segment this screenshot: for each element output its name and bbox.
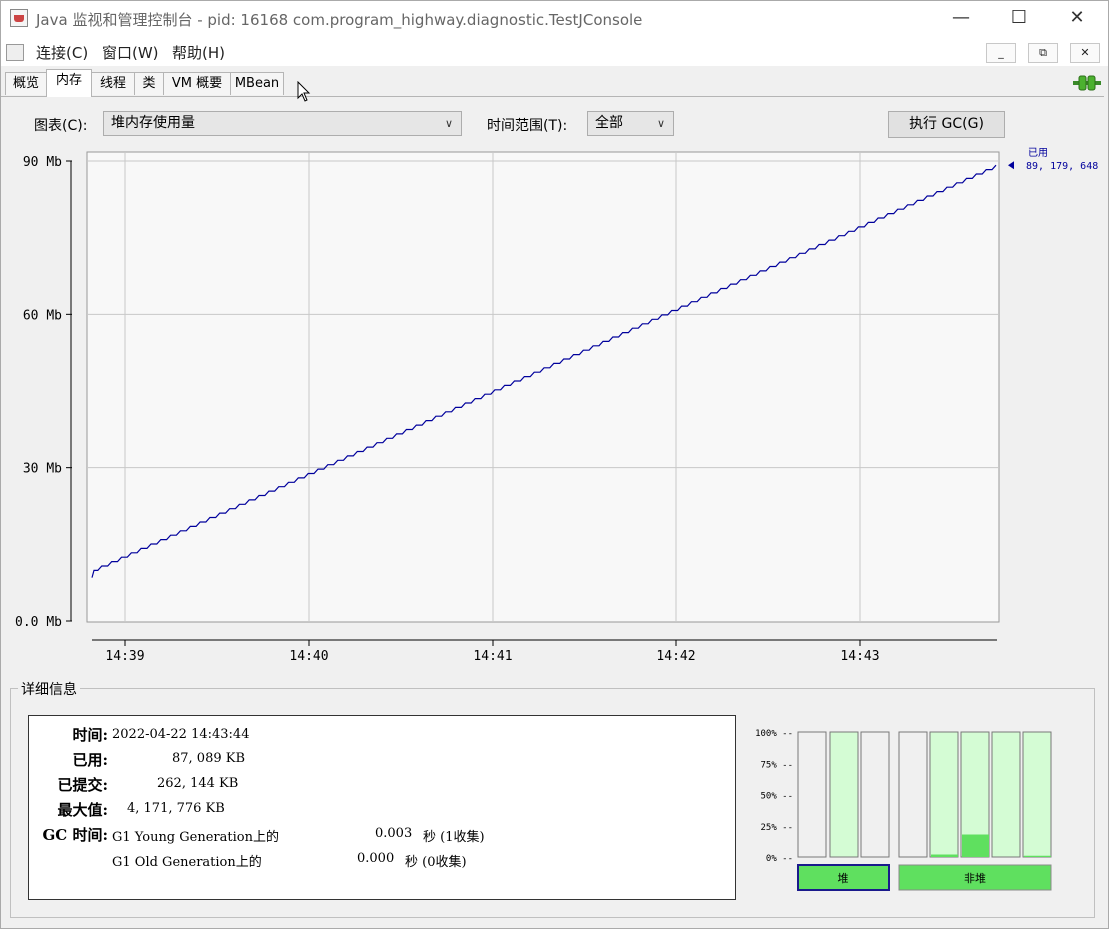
- detail-committed-value: 262, 144 KB: [157, 776, 239, 791]
- menu-help[interactable]: 帮助(H): [172, 42, 225, 63]
- nonheap-pool-bar-used: [1024, 855, 1051, 857]
- pool-y-label: 75% --: [760, 760, 793, 770]
- heap-pool-bar: [797, 731, 827, 858]
- time-range-select[interactable]: 全部 ∨: [587, 111, 674, 136]
- nonheap-pool-bar: [1022, 731, 1052, 858]
- heap-label: 堆: [838, 872, 849, 885]
- chart-select-label: 图表(C):: [34, 118, 88, 134]
- legend-value: 89, 179, 648: [1026, 161, 1098, 172]
- heap-pool-bar: [829, 731, 859, 858]
- menu-bar: [0, 38, 1109, 66]
- detail-time-label: 时间:: [72, 726, 108, 744]
- y-tick-label: 60 Mb: [23, 308, 62, 323]
- nonheap-pool-bar-used: [962, 834, 989, 857]
- detail-used-label: 已用:: [72, 751, 108, 769]
- pool-y-label: 50% --: [760, 792, 793, 802]
- tab-vm-summary[interactable]: VM 概要: [163, 72, 231, 95]
- tab-overview[interactable]: 概览: [5, 72, 47, 95]
- chart-select-value: 堆内存使用量: [111, 115, 195, 131]
- internal-restore-button[interactable]: ⧉: [1028, 43, 1058, 63]
- detail-committed-label: 已提交:: [57, 776, 108, 794]
- gc-young-time: 0.003: [375, 826, 413, 841]
- tab-classes[interactable]: 类: [134, 72, 164, 95]
- nonheap-pool-bar: [991, 731, 1021, 858]
- internal-close-button[interactable]: ✕: [1070, 43, 1100, 63]
- tab-memory[interactable]: 内存: [46, 69, 92, 97]
- time-range-value: 全部: [595, 115, 623, 131]
- heap-memory-chart: 90 Mb 60 Mb 30 Mb 0.0 Mb 14:39 14:40 14:41 14:4…: [15, 148, 1098, 664]
- memory-pool-bars: 100% -- 75% -- 50% -- 25% -- 0% -- 堆 非堆: [755, 729, 1052, 891]
- maximize-icon[interactable]: ☐: [996, 0, 1042, 38]
- chevron-down-icon: ∨: [656, 117, 665, 130]
- chevron-down-icon: ∨: [444, 117, 453, 130]
- details-title: 详细信息: [18, 679, 80, 699]
- menu-connect[interactable]: 连接(C): [36, 42, 88, 63]
- perform-gc-button[interactable]: 执行 GC(G): [888, 111, 1005, 138]
- y-tick-label: 0.0 Mb: [15, 615, 62, 630]
- y-tick-label: 30 Mb: [23, 462, 62, 477]
- x-tick-label: 14:42: [656, 649, 695, 664]
- heap-pool-bar: [860, 731, 890, 858]
- connection-status-icon[interactable]: [1073, 74, 1101, 92]
- gc-old-unit: 秒 (0收集): [405, 855, 467, 870]
- gc-old-time: 0.000: [357, 851, 395, 866]
- tab-mbean[interactable]: MBean: [230, 72, 284, 95]
- x-tick-label: 14:39: [105, 649, 144, 664]
- java-app-icon: [10, 9, 28, 27]
- chart-select[interactable]: 堆内存使用量 ∨: [103, 111, 462, 136]
- minimize-icon[interactable]: —: [938, 0, 984, 38]
- nonheap-label: 非堆: [964, 872, 986, 885]
- close-icon[interactable]: ✕: [1054, 0, 1100, 38]
- menu-window[interactable]: 窗口(W): [102, 42, 159, 63]
- nonheap-pool-bar: [929, 731, 959, 858]
- gc-young-name: G1 Young Generation上的: [112, 830, 279, 845]
- time-range-label: 时间范围(T):: [487, 118, 568, 134]
- mouse-cursor-icon: [297, 81, 311, 102]
- x-tick-label: 14:43: [840, 649, 879, 664]
- x-tick-label: 14:40: [289, 649, 328, 664]
- java-menu-icon[interactable]: [6, 44, 24, 61]
- nonheap-pool-bar: [898, 731, 928, 858]
- x-tick-label: 14:41: [473, 649, 512, 664]
- gc-old-name: G1 Old Generation上的: [112, 855, 262, 870]
- pool-y-label: 0% --: [766, 854, 793, 864]
- pool-y-label: 25% --: [760, 823, 793, 833]
- nonheap-pool-bar-used: [931, 854, 958, 857]
- tab-divider: [0, 96, 1104, 97]
- internal-minimize-button[interactable]: _: [986, 43, 1016, 63]
- y-tick-label: 90 Mb: [23, 155, 62, 170]
- window-title: Java 监视和管理控制台 - pid: 16168 com.program_h…: [36, 11, 643, 29]
- detail-used-value: 87, 089 KB: [172, 751, 246, 766]
- legend-marker: [1008, 161, 1014, 170]
- chart-plot-area: [86, 151, 1000, 623]
- tab-threads[interactable]: 线程: [91, 72, 135, 95]
- pool-y-label: 100% --: [755, 729, 793, 739]
- detail-time-value: 2022-04-22 14:43:44: [112, 727, 250, 742]
- legend-label: 已用: [1028, 148, 1048, 159]
- detail-max-value: 4, 171, 776 KB: [127, 801, 225, 816]
- gc-young-unit: 秒 (1收集): [423, 830, 485, 845]
- detail-max-label: 最大值:: [57, 801, 108, 819]
- detail-gc-time-label: GC 时间:: [42, 826, 108, 844]
